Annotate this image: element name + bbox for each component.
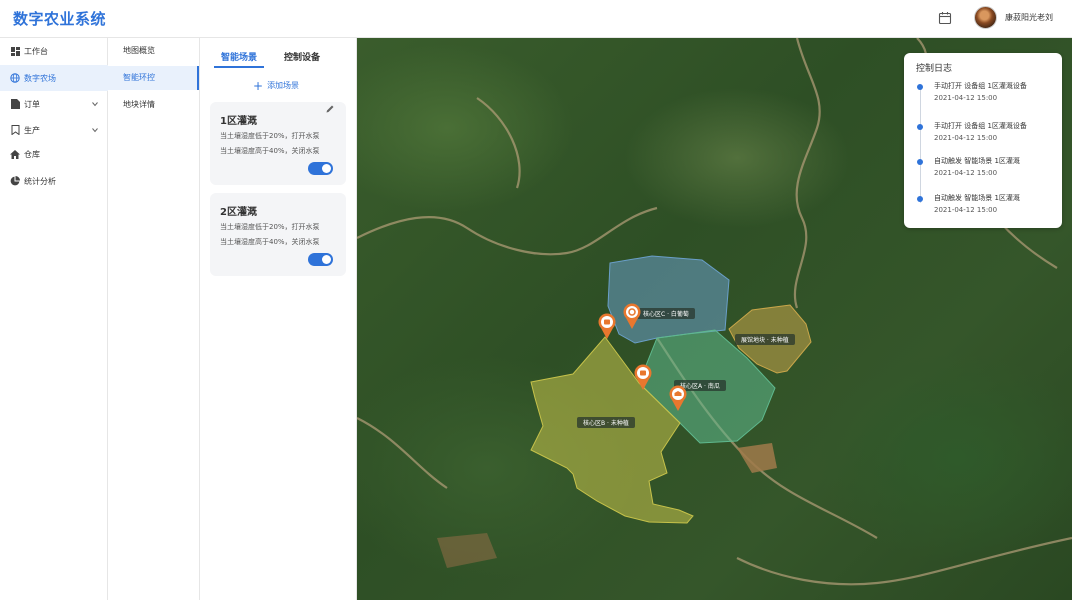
scene-rule: 当土壤湿度低于20%，打开水泵 xyxy=(220,223,320,231)
sidebar-item-statistics[interactable]: 统计分析 xyxy=(0,168,108,194)
zone-core-c[interactable] xyxy=(607,255,730,344)
zone-label-core-c: 核心区C · 白葡萄 xyxy=(637,308,695,319)
scene-card[interactable]: 2区灌溉 当土壤湿度低于20%，打开水泵 当土壤湿度高于40%，关闭水泵 xyxy=(210,193,346,276)
dashboard-icon xyxy=(10,46,20,56)
document-icon xyxy=(10,99,20,109)
log-entry-text: 手动打开 设备组 1区灌溉设备 xyxy=(934,82,1027,90)
device-pin-icon[interactable] xyxy=(622,303,642,329)
scene-title: 1区灌溉 xyxy=(220,116,257,127)
home-icon xyxy=(10,149,20,159)
sidebar: 工作台 数字农场 订单 生产 仓库 统计分析 xyxy=(0,38,108,600)
chevron-down-icon xyxy=(92,128,98,133)
zone-label-pavilion: 展馆地块 · 未种植 xyxy=(735,334,795,345)
log-entry: 自动触发 智能场景 1区灌溉 2021-04-12 15:00 xyxy=(904,155,1062,185)
sidebar-item-label: 数字农场 xyxy=(24,73,56,83)
log-entry-time: 2021-04-12 15:00 xyxy=(934,94,998,102)
scene-card[interactable]: 1区灌溉 当土壤湿度低于20%，打开水泵 当土壤湿度高于40%，关闭水泵 xyxy=(210,102,346,185)
username[interactable]: 康菽阳光老刘 xyxy=(1005,12,1053,23)
timeline-dot xyxy=(917,124,923,130)
scene-toggle[interactable] xyxy=(308,162,333,175)
submenu-item-plot-details[interactable]: 地块详情 xyxy=(108,93,199,117)
add-scene-label: 添加场景 xyxy=(267,81,300,90)
control-log-card: 控制日志 手动打开 设备组 1区灌溉设备 2021-04-12 15:00 手动… xyxy=(904,53,1062,228)
sidebar-item-label: 仓库 xyxy=(24,149,40,159)
device-pin-icon[interactable] xyxy=(597,313,617,339)
scene-rule: 当土壤湿度高于40%，关闭水泵 xyxy=(220,238,320,246)
edit-icon[interactable] xyxy=(325,104,335,114)
app-title: 数字农业系统 xyxy=(13,10,107,28)
sidebar-item-production[interactable]: 生产 xyxy=(0,117,108,143)
sidebar-item-label: 工作台 xyxy=(24,46,48,56)
globe-icon xyxy=(10,73,20,83)
sidebar-item-orders[interactable]: 订单 xyxy=(0,91,108,117)
pie-chart-icon xyxy=(10,176,20,186)
log-entry: 自动触发 智能场景 1区灌溉 2021-04-12 15:00 xyxy=(904,192,1062,222)
bookmark-icon xyxy=(10,125,20,135)
tab-smart-scenes[interactable]: 智能场景 xyxy=(221,50,257,63)
submenu-item-map-overview[interactable]: 地图概览 xyxy=(108,39,199,63)
log-entry: 手动打开 设备组 1区灌溉设备 2021-04-12 15:00 xyxy=(904,80,1062,110)
add-scene-button[interactable]: + 添加场景 xyxy=(253,78,300,93)
timeline-dot xyxy=(917,84,923,90)
top-header: 数字农业系统 康菽阳光老刘 xyxy=(0,0,1072,38)
scene-panel: 智能场景 控制设备 + 添加场景 1区灌溉 当土壤湿度低于20%，打开水泵 当土… xyxy=(200,38,357,600)
log-entry-text: 自动触发 智能场景 1区灌溉 xyxy=(934,157,1020,165)
scene-rule: 当土壤湿度高于40%，关闭水泵 xyxy=(220,147,320,155)
scene-title: 2区灌溉 xyxy=(220,207,257,218)
submenu: 地图概览 智能环控 地块详情 xyxy=(108,38,200,600)
scene-toggle[interactable] xyxy=(308,253,333,266)
sidebar-item-warehouse[interactable]: 仓库 xyxy=(0,141,108,167)
scene-rule: 当土壤湿度低于20%，打开水泵 xyxy=(220,132,320,140)
avatar[interactable] xyxy=(974,6,997,29)
log-entry-time: 2021-04-12 15:00 xyxy=(934,206,998,214)
sidebar-item-label: 订单 xyxy=(24,99,40,109)
timeline-dot xyxy=(917,196,923,202)
submenu-item-smart-control[interactable]: 智能环控 xyxy=(108,66,199,90)
sidebar-item-workbench[interactable]: 工作台 xyxy=(0,38,108,64)
sidebar-item-digital-farm[interactable]: 数字农场 xyxy=(0,65,108,91)
log-title: 控制日志 xyxy=(916,64,953,74)
zone-label-core-b: 核心区B · 未种植 xyxy=(577,417,635,428)
sidebar-item-label: 生产 xyxy=(24,125,40,135)
chevron-down-icon xyxy=(92,102,98,107)
device-pin-icon[interactable] xyxy=(668,385,688,411)
log-entry-text: 手动打开 设备组 1区灌溉设备 xyxy=(934,122,1027,130)
device-pin-icon[interactable] xyxy=(633,364,653,390)
timeline-dot xyxy=(917,159,923,165)
log-entry-time: 2021-04-12 15:00 xyxy=(934,134,998,142)
active-tab-indicator xyxy=(214,66,264,68)
calendar-icon[interactable] xyxy=(938,11,952,25)
tab-control-devices[interactable]: 控制设备 xyxy=(284,50,320,63)
log-entry-text: 自动触发 智能场景 1区灌溉 xyxy=(934,194,1020,202)
plus-icon: + xyxy=(253,78,264,93)
log-entry-time: 2021-04-12 15:00 xyxy=(934,169,998,177)
log-entry: 手动打开 设备组 1区灌溉设备 2021-04-12 15:00 xyxy=(904,120,1062,150)
sidebar-item-label: 统计分析 xyxy=(24,176,56,186)
